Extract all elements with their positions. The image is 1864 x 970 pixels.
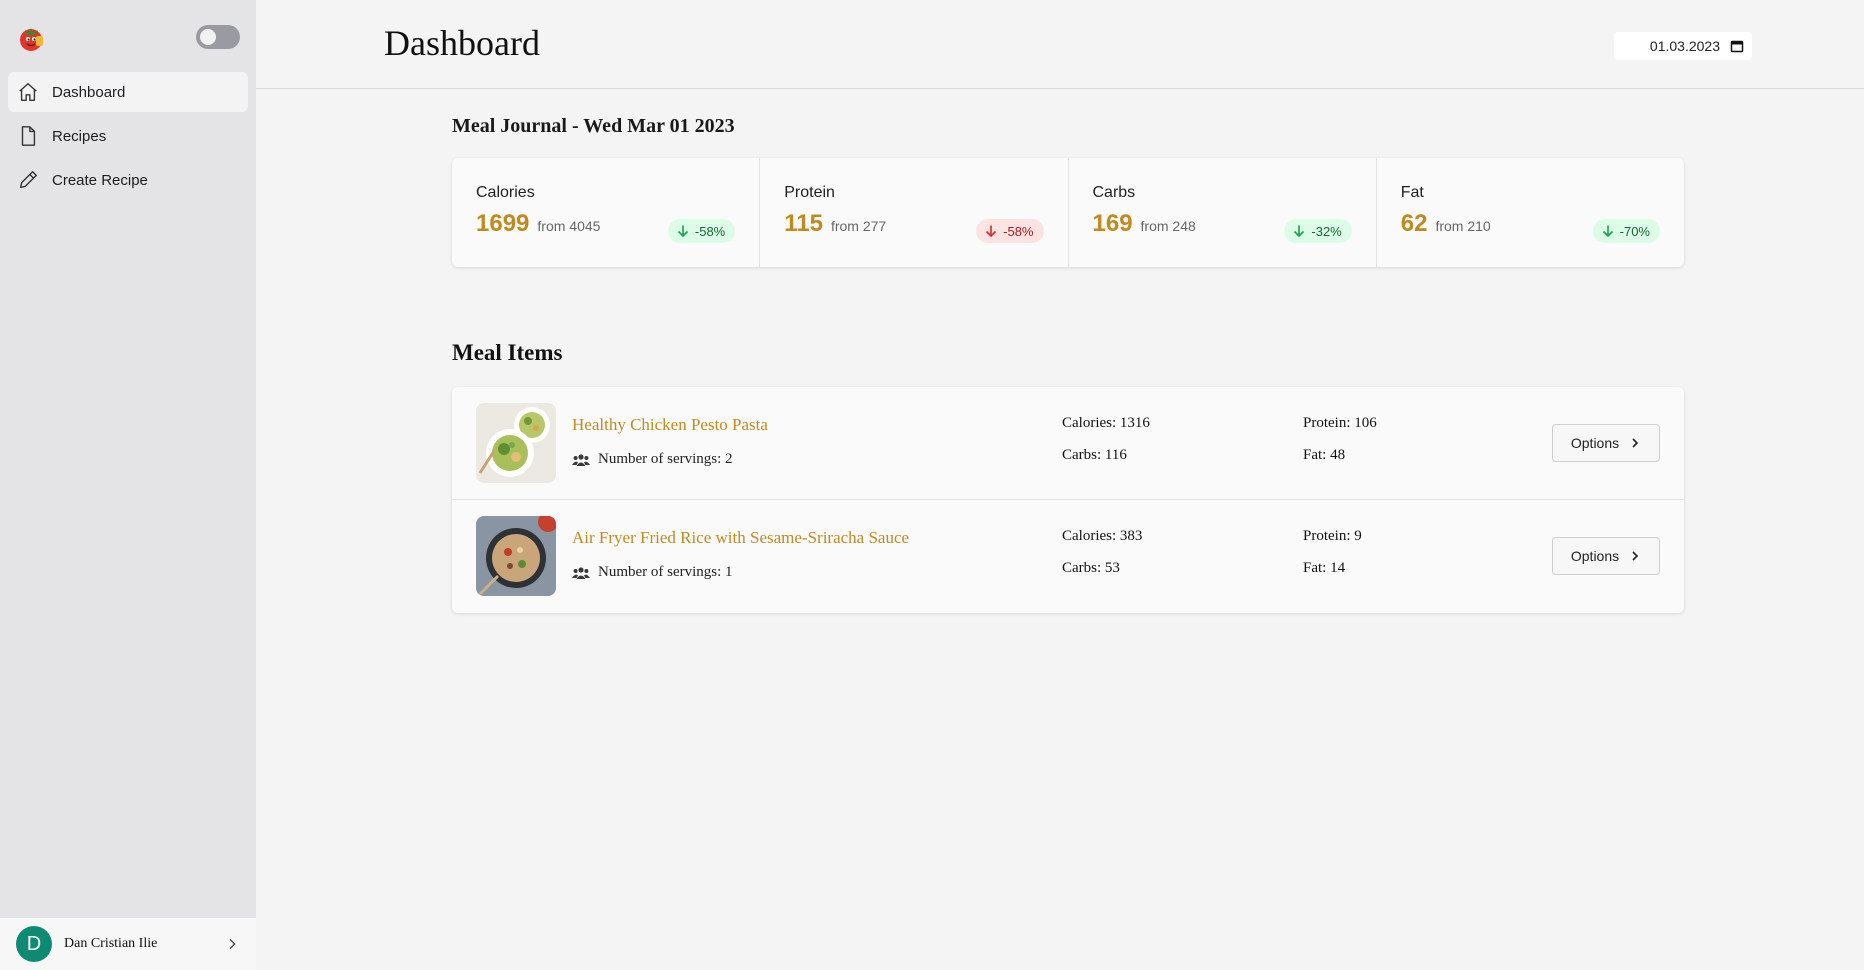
options-button[interactable]: Options	[1552, 537, 1660, 575]
arrow-down-icon	[677, 225, 688, 238]
stat-label: Calories	[476, 184, 535, 201]
sidebar-nav: Dashboard Recipes Create Recipe	[8, 72, 248, 204]
theme-toggle[interactable]	[196, 25, 240, 49]
stat-calories: Calories 1699 from 4045 -58%	[452, 158, 761, 267]
change-badge: -70%	[1592, 219, 1660, 243]
recipe-name-link[interactable]: Healthy Chicken Pesto Pasta	[572, 415, 768, 435]
stat-target: from 4045	[537, 218, 601, 234]
meal-items-list: Healthy Chicken Pesto Pasta Number of se…	[452, 387, 1684, 613]
chevron-right-icon	[1632, 551, 1639, 561]
change-badge: -58%	[976, 219, 1044, 243]
meal-journal-title: Meal Journal - Wed Mar 01 2023	[452, 115, 735, 137]
date-picker-input[interactable]: 01.03.2023	[1614, 32, 1752, 60]
stat-label: Fat	[1400, 184, 1424, 201]
recipe-name-link[interactable]: Air Fryer Fried Rice with Sesame-Srirach…	[572, 528, 909, 548]
date-value: 01.03.2023	[1649, 38, 1720, 54]
arrow-down-icon	[986, 225, 997, 238]
nutrition-stats: Calories 1699 from 4045 -58% Protein 115…	[452, 158, 1684, 267]
change-value: -32%	[1311, 223, 1342, 239]
sidebar-item-label: Create Recipe	[52, 171, 148, 189]
stat-carbs: Carbs 169 from 248 -32%	[1069, 158, 1377, 267]
change-value: -70%	[1619, 223, 1650, 239]
stat-value: 169	[1092, 210, 1133, 237]
home-icon	[16, 80, 40, 104]
sidebar-item-label: Dashboard	[52, 83, 126, 101]
carbs-value: Carbs: 116	[1062, 447, 1127, 463]
options-button[interactable]: Options	[1552, 424, 1660, 462]
users-icon	[572, 566, 590, 579]
sidebar: Dashboard Recipes Create Recipe D Dan Cr…	[0, 0, 256, 970]
stat-target: from 277	[830, 218, 887, 234]
recipe-thumbnail[interactable]	[476, 403, 556, 483]
avatar: D	[16, 926, 52, 962]
sidebar-item-create-recipe[interactable]: Create Recipe	[8, 160, 248, 200]
arrow-down-icon	[1602, 225, 1613, 238]
page-title: Dashboard	[384, 23, 540, 63]
chevron-right-icon	[220, 932, 244, 956]
protein-value: Protein: 9	[1303, 528, 1362, 544]
options-label: Options	[1570, 435, 1620, 451]
user-name: Dan Cristian Ilie	[64, 936, 158, 951]
change-value: -58%	[1003, 223, 1034, 239]
recipe-thumbnail[interactable]	[476, 516, 556, 596]
header: Dashboard 01.03.2023	[256, 0, 1864, 89]
stat-protein: Protein 115 from 277 -58%	[760, 158, 1069, 267]
carbs-value: Carbs: 53	[1062, 560, 1120, 576]
stat-value: 115	[784, 210, 823, 237]
servings-info: Number of servings: 2	[572, 451, 733, 468]
calories-value: Calories: 383	[1062, 528, 1143, 544]
calories-value: Calories: 1316	[1062, 415, 1150, 431]
stat-label: Carbs	[1092, 184, 1136, 201]
stat-target: from 210	[1435, 218, 1491, 234]
chevron-right-icon	[1632, 438, 1639, 448]
users-icon	[572, 453, 590, 466]
protein-value: Protein: 106	[1303, 415, 1377, 431]
sidebar-item-label: Recipes	[52, 127, 107, 145]
user-menu[interactable]: D Dan Cristian Ilie	[0, 918, 256, 970]
change-badge: -32%	[1284, 219, 1352, 243]
list-item: Air Fryer Fried Rice with Sesame-Srirach…	[452, 500, 1684, 613]
document-icon	[16, 124, 40, 148]
pencil-icon	[16, 168, 40, 192]
fat-value: Fat: 14	[1303, 560, 1346, 576]
sidebar-item-recipes[interactable]: Recipes	[8, 116, 248, 156]
options-label: Options	[1570, 548, 1620, 564]
change-badge: -58%	[667, 219, 736, 243]
calendar-icon[interactable]	[1730, 39, 1744, 53]
stat-target: from 248	[1140, 218, 1196, 234]
stat-value: 62	[1400, 210, 1428, 237]
meal-items-title: Meal Items	[452, 340, 563, 365]
list-item: Healthy Chicken Pesto Pasta Number of se…	[452, 387, 1684, 500]
arrow-down-icon	[1294, 225, 1305, 238]
servings-text: Number of servings: 2	[598, 451, 733, 467]
sidebar-item-dashboard[interactable]: Dashboard	[8, 72, 248, 112]
stat-fat: Fat 62 from 210 -70%	[1377, 158, 1684, 267]
toggle-knob	[200, 29, 216, 45]
tomato-logo-icon[interactable]	[16, 22, 48, 54]
stat-label: Protein	[784, 184, 835, 201]
change-value: -58%	[694, 223, 726, 239]
stat-value: 1699	[476, 210, 530, 237]
servings-info: Number of servings: 1	[572, 564, 733, 581]
servings-text: Number of servings: 1	[598, 564, 733, 580]
fat-value: Fat: 48	[1303, 447, 1346, 463]
